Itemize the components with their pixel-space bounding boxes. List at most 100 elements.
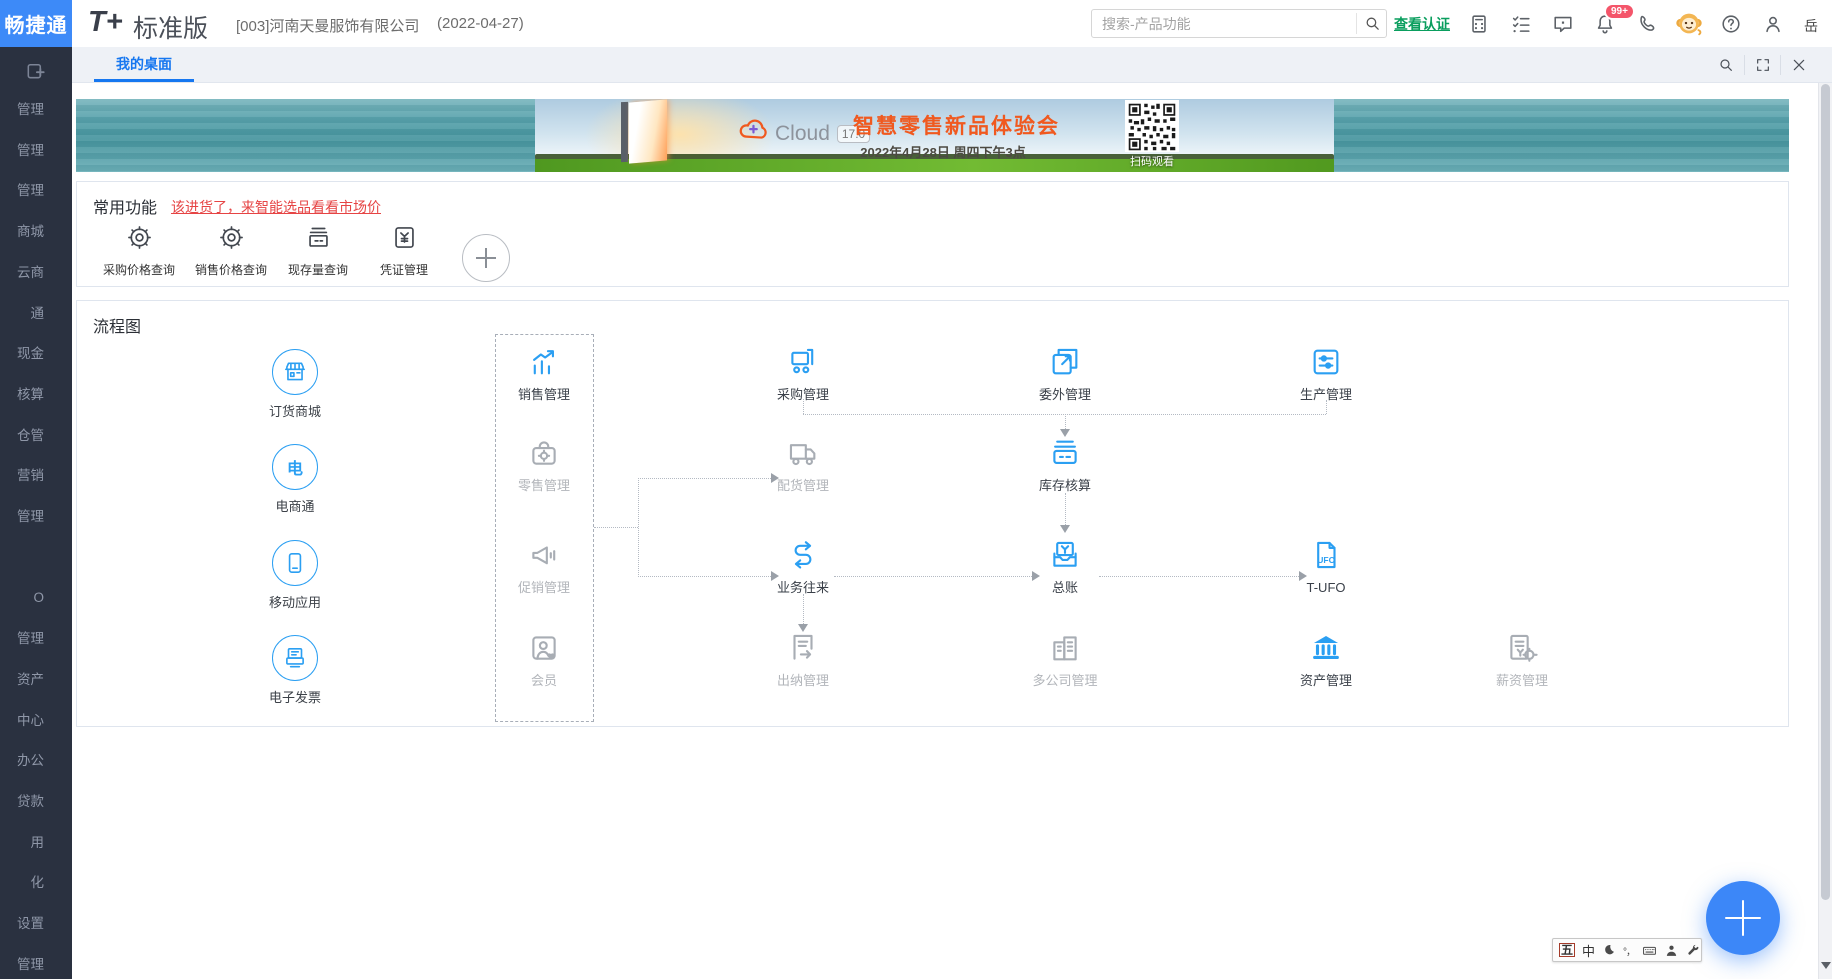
flow-node-label: 委外管理: [1019, 388, 1111, 403]
common-function-label: 采购价格查询: [94, 261, 184, 278]
flow-node[interactable]: 资产管理: [1280, 631, 1372, 689]
sidebar-item[interactable]: 办公: [0, 740, 72, 781]
banner-qr-code: [1125, 100, 1179, 152]
flow-circle-label: 移动应用: [235, 592, 355, 611]
flow-node-label: 配货管理: [757, 479, 849, 494]
sidebar-item[interactable]: 中心: [0, 700, 72, 741]
banner-title: 智慧零售新品体验会: [853, 110, 1060, 140]
flow-node[interactable]: 配货管理: [757, 436, 849, 494]
keyboard-icon[interactable]: [1642, 943, 1657, 958]
flow-connector: [638, 576, 771, 577]
common-function-item[interactable]: 凭证管理: [359, 224, 449, 278]
checklist-icon[interactable]: [1500, 0, 1542, 47]
sidebar-item[interactable]: 管理: [0, 496, 72, 537]
search-icon[interactable]: [1708, 55, 1744, 75]
calculator-icon[interactable]: [1458, 0, 1500, 47]
sidebar-item[interactable]: 管理: [0, 944, 72, 979]
search-icon[interactable]: [1356, 13, 1381, 34]
flow-circle-node[interactable]: [272, 349, 318, 395]
vertical-scrollbar[interactable]: [1818, 83, 1832, 979]
smart-selection-link[interactable]: 该进货了，来智能选品看看市场价: [171, 197, 381, 217]
sidebar-item[interactable]: 化: [0, 862, 72, 903]
add-function-button[interactable]: [462, 234, 510, 282]
flow-circle-node[interactable]: 电: [272, 444, 318, 490]
invoice-icon: [282, 645, 308, 671]
gear-icon: [126, 224, 153, 251]
tufo-icon: UFO: [1309, 538, 1343, 572]
user-name-label[interactable]: 岳: [1804, 16, 1818, 36]
flow-node[interactable]: 出纳管理: [757, 631, 849, 689]
banner-logo-row: Cloud 17.0: [738, 116, 870, 151]
scrollbar-thumb[interactable]: [1821, 84, 1830, 900]
common-function-item[interactable]: 采购价格查询: [94, 224, 184, 278]
flow-node[interactable]: 库存核算: [1019, 436, 1111, 494]
sidebar-item[interactable]: 管理: [0, 130, 72, 171]
flow-node[interactable]: 销售管理: [498, 345, 590, 403]
moon-icon[interactable]: [1602, 943, 1616, 957]
flow-node[interactable]: UFOT-UFO: [1280, 538, 1372, 596]
flow-node-label: 库存核算: [1019, 479, 1111, 494]
scrollbar-down-arrow[interactable]: [1821, 962, 1831, 974]
sidebar-item[interactable]: 仓管: [0, 415, 72, 456]
banner-door-frame: [621, 102, 628, 162]
flow-node-label: 多公司管理: [1019, 674, 1111, 689]
sidebar-item[interactable]: 用: [0, 822, 72, 863]
flow-node[interactable]: 委外管理: [1019, 345, 1111, 403]
search-input[interactable]: [1091, 9, 1387, 38]
ime-language-icon[interactable]: 中: [1582, 941, 1595, 960]
sidebar-item[interactable]: 管理: [0, 170, 72, 211]
sidebar-item[interactable]: [0, 537, 72, 578]
notification-bell-icon[interactable]: 99+: [1584, 0, 1626, 47]
fullscreen-icon[interactable]: [1744, 55, 1780, 75]
common-function-item[interactable]: 现存量查询: [273, 224, 363, 278]
sidebar-item[interactable]: 营销: [0, 455, 72, 496]
sidebar-item[interactable]: 管理: [0, 618, 72, 659]
view-certification-link[interactable]: 查看认证: [1394, 14, 1450, 34]
ime-punctuation-icon[interactable]: °，: [1623, 943, 1635, 958]
phone-icon[interactable]: [1626, 0, 1668, 47]
flow-node[interactable]: 促销管理: [498, 538, 590, 596]
user-icon[interactable]: [1752, 0, 1794, 47]
sidebar-item[interactable]: 通: [0, 293, 72, 334]
asset-icon: [1309, 631, 1343, 665]
new-tab-icon[interactable]: [24, 59, 47, 87]
flow-node[interactable]: 业务往来: [757, 538, 849, 596]
feedback-icon[interactable]: [1542, 0, 1584, 47]
flow-circle-node[interactable]: [272, 540, 318, 586]
login-date: (2022-04-27): [437, 15, 524, 32]
tab-my-desktop[interactable]: 我的桌面: [94, 47, 194, 82]
sidebar-item[interactable]: 商城: [0, 211, 72, 252]
top-bar: 畅捷通 T+ 标准版 [003]河南天曼服饰有限公司 (2022-04-27) …: [0, 0, 1832, 47]
sidebar-item[interactable]: 现金: [0, 333, 72, 374]
sidebar-item[interactable]: 核算: [0, 374, 72, 415]
ime-wubi-icon[interactable]: 五: [1559, 943, 1575, 957]
sidebar-item[interactable]: 云商: [0, 252, 72, 293]
common-function-item[interactable]: 销售价格查询: [186, 224, 276, 278]
sidebar-item[interactable]: O: [0, 577, 72, 618]
chanjet-logo[interactable]: 畅捷通: [0, 0, 72, 47]
promo-banner[interactable]: Cloud 17.0 智慧零售新品体验会 2022年4月28日 周四下午3点 扫…: [76, 99, 1789, 172]
monkey-mascot-icon[interactable]: [1668, 0, 1710, 47]
flow-node[interactable]: 薪资管理: [1476, 631, 1568, 689]
business-icon: [786, 538, 820, 572]
wrench-icon[interactable]: [1686, 943, 1701, 958]
sidebar-item[interactable]: 贷款: [0, 781, 72, 822]
help-icon: [1720, 13, 1742, 35]
checklist-icon: [1510, 13, 1532, 35]
flow-node[interactable]: 总账: [1019, 538, 1111, 596]
flow-node[interactable]: 多公司管理: [1019, 631, 1111, 689]
sidebar-item[interactable]: 管理: [0, 89, 72, 130]
person-icon[interactable]: [1664, 943, 1679, 958]
flow-circle-node[interactable]: [272, 635, 318, 681]
desktop-content: Cloud 17.0 智慧零售新品体验会 2022年4月28日 周四下午3点 扫…: [72, 83, 1818, 979]
flow-node[interactable]: 会员: [498, 631, 590, 689]
sidebar-item[interactable]: 资产: [0, 659, 72, 700]
sidebar-item[interactable]: 设置: [0, 903, 72, 944]
help-icon[interactable]: [1710, 0, 1752, 47]
floating-add-button[interactable]: [1706, 881, 1780, 955]
flow-node[interactable]: 生产管理: [1280, 345, 1372, 403]
flow-node[interactable]: 采购管理: [757, 345, 849, 403]
flow-node[interactable]: 零售管理: [498, 436, 590, 494]
sales-icon: [527, 345, 561, 379]
close-icon[interactable]: [1780, 55, 1816, 75]
